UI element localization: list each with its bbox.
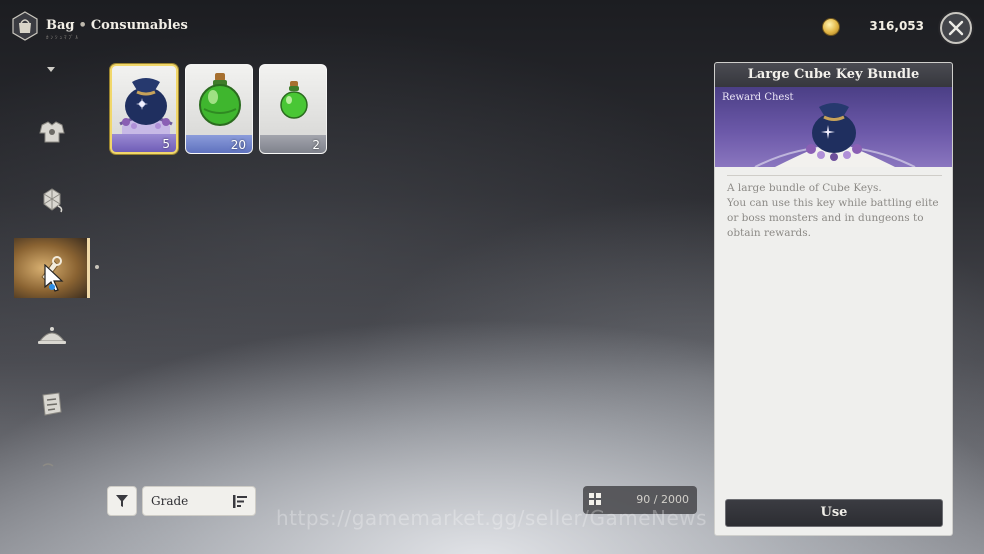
filter-button[interactable] [107, 486, 137, 516]
close-button[interactable] [940, 12, 972, 44]
item-count: 20 [230, 138, 246, 152]
detail-divider [727, 175, 942, 176]
material-icon [43, 188, 63, 213]
item-count: 2 [312, 138, 320, 152]
food-cloche-icon [38, 327, 66, 344]
sort-order-icon[interactable] [233, 495, 247, 508]
title-separator: • [78, 18, 87, 33]
cube-key-bundle-icon [119, 78, 173, 138]
detail-header: Large Cube Key Bundle [715, 63, 952, 87]
bag-logo-icon [12, 11, 38, 41]
map-scroll-icon [42, 392, 62, 416]
inventory-slot-green-potion[interactable]: 2 [259, 64, 327, 154]
sidebar-item-equipment[interactable] [14, 102, 90, 162]
sidebar-item-quest[interactable] [14, 374, 90, 434]
item-detail-panel: Large Cube Key Bundle Reward Chest A lar… [714, 62, 953, 536]
active-indicator-dot [95, 265, 99, 269]
top-bar: Bag • Consumables ｶﾝｼｭﾏﾌﾞﾙ 316,053 [0, 0, 984, 56]
close-icon [948, 20, 964, 36]
filter-icon [116, 495, 128, 507]
gold-coin-icon [822, 18, 840, 36]
grid-view-icon [589, 493, 601, 505]
item-description: A large bundle of Cube Keys. You can use… [727, 181, 945, 241]
scroll-up-caret-icon[interactable] [46, 66, 56, 74]
item-count: 5 [162, 137, 170, 151]
sort-label: Grade [151, 494, 189, 508]
category-label: Consumables [90, 18, 188, 33]
inventory-slot-green-potion-large[interactable]: 20 [185, 64, 253, 154]
green-potion-icon [280, 81, 308, 119]
mouse-cursor-icon [44, 264, 64, 292]
title-subtitle: ｶﾝｼｭﾏﾌﾞﾙ [46, 35, 81, 41]
capacity-count: 90 / 2000 [636, 493, 689, 506]
sort-dropdown[interactable]: Grade [142, 486, 256, 516]
watermark-text: https://gamemarket.gg/seller/GameNews [276, 506, 708, 530]
sidebar-item-materials[interactable] [14, 170, 90, 230]
item-type-label: Reward Chest [722, 92, 794, 103]
sidebar-item-food[interactable] [14, 306, 90, 366]
armor-icon [39, 121, 65, 143]
page-title: Bag • Consumables [46, 18, 188, 33]
large-green-potion-icon [199, 73, 241, 126]
use-button[interactable]: Use [725, 499, 943, 527]
scroll-down-hint-icon [42, 463, 54, 467]
detail-title: Large Cube Key Bundle [747, 67, 920, 82]
bag-label: Bag [46, 18, 75, 33]
detail-hero: Reward Chest [715, 87, 952, 167]
currency-amount: 316,053 [869, 19, 924, 33]
description-text: A large bundle of Cube Keys. You can use… [727, 182, 939, 239]
inventory-slot-cube-key-bundle[interactable]: 5 [110, 64, 178, 154]
